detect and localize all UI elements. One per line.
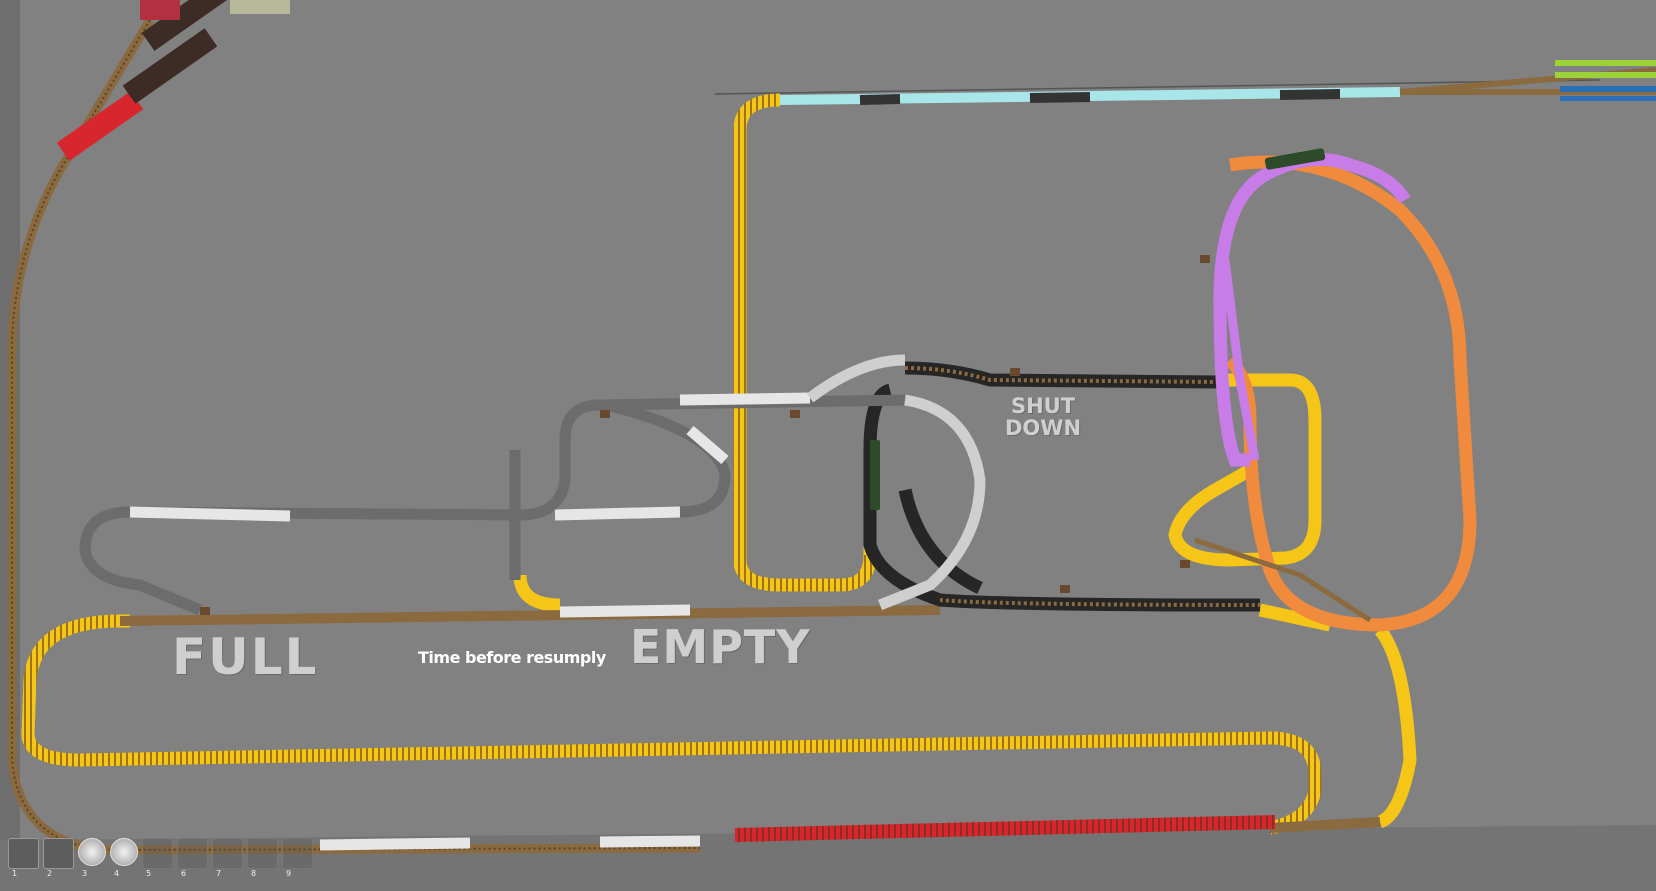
slot-number: 1 <box>12 869 18 878</box>
label-shut: SHUT <box>1010 394 1076 418</box>
label-down: DOWN <box>1005 416 1082 440</box>
slot-number: 6 <box>181 869 187 878</box>
railway-map[interactable] <box>0 0 1656 891</box>
hotbar-slot-4[interactable]: 4 <box>110 838 138 878</box>
slot-number: 3 <box>82 869 88 878</box>
hotbar-slot-1[interactable]: 1 <box>8 838 39 878</box>
label-full: FULL <box>172 628 319 686</box>
label-empty: EMPTY <box>630 620 811 674</box>
slot-number: 8 <box>251 869 257 878</box>
hotbar-slot-7[interactable]: 7 <box>212 838 243 878</box>
label-time-before-resupply: Time before resumply <box>418 648 606 667</box>
hotbar-slot-9[interactable]: 9 <box>282 838 313 878</box>
hotbar-slot-5[interactable]: 5 <box>142 838 173 878</box>
slot-number: 9 <box>286 869 292 878</box>
hotbar: 1 2 3 4 5 6 7 8 9 <box>8 838 313 878</box>
slot-number: 7 <box>216 869 222 878</box>
hotbar-slot-6[interactable]: 6 <box>177 838 208 878</box>
slot-number: 5 <box>146 869 152 878</box>
train-center[interactable] <box>870 440 880 510</box>
hotbar-slot-3[interactable]: 3 <box>78 838 106 878</box>
slot-number: 4 <box>114 869 120 878</box>
hotbar-slot-2[interactable]: 2 <box>43 838 74 878</box>
hotbar-slot-8[interactable]: 8 <box>247 838 278 878</box>
slot-number: 2 <box>47 869 53 878</box>
label-shut-down: SHUT DOWN <box>1005 395 1081 439</box>
